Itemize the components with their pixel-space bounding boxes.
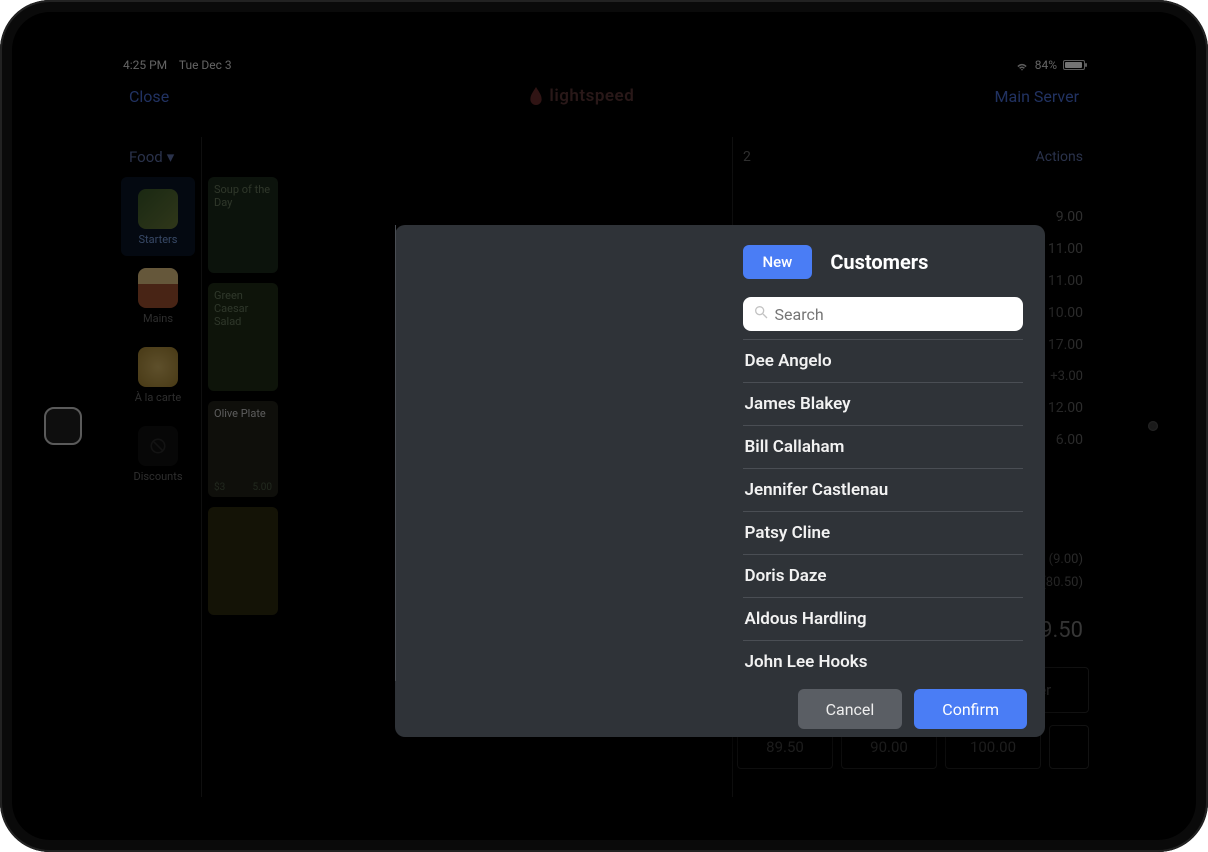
tile-name: Soup of the Day	[214, 183, 270, 209]
rail-item-discounts[interactable]: Discounts	[115, 414, 201, 493]
battery-percent: 84%	[1035, 58, 1057, 72]
rail-item-alacarte[interactable]: À la carte	[115, 335, 201, 414]
customer-item[interactable]: Dee Angelo	[743, 339, 1024, 383]
modal-divider	[395, 225, 396, 681]
menu-selector-label: Food	[129, 148, 163, 166]
actions-menu[interactable]: Actions	[1036, 149, 1083, 165]
wifi-icon	[1015, 60, 1029, 70]
chevron-down-icon: ▾	[167, 148, 175, 166]
customer-item[interactable]: Jennifer Castlenau	[743, 469, 1024, 512]
close-button[interactable]: Close	[129, 87, 169, 106]
home-button[interactable]	[44, 407, 82, 445]
app-header: Close lightspeed Main Server	[115, 75, 1093, 117]
tablet-device-frame: 4:25 PM Tue Dec 3 84% Close lightspeed	[0, 0, 1208, 852]
rail-item-label: Discounts	[115, 470, 201, 483]
customer-list[interactable]: Dee Angelo James Blakey Bill Callaham Je…	[743, 339, 1024, 669]
product-tile[interactable]: Soup of the Day	[208, 177, 278, 273]
current-user[interactable]: Main Server	[995, 87, 1079, 106]
tile-name: Olive Plate	[214, 407, 266, 420]
modal-title: Customers	[830, 250, 928, 274]
rail-item-starters[interactable]: Starters	[121, 177, 195, 256]
brand-logo: lightspeed	[529, 86, 634, 106]
product-tile[interactable]: Green Caesar Salad	[208, 283, 278, 391]
table-number: 2	[743, 149, 751, 165]
menu-selector[interactable]: Food ▾	[115, 137, 201, 177]
screen: 4:25 PM Tue Dec 3 84% Close lightspeed	[115, 55, 1093, 797]
tile-name: Green Caesar Salad	[214, 289, 248, 328]
search-icon	[753, 304, 769, 324]
confirm-button[interactable]: Confirm	[914, 689, 1027, 729]
rail-item-mains[interactable]: Mains	[115, 256, 201, 335]
customer-item[interactable]: Aldous Hardling	[743, 598, 1024, 641]
status-left: 4:25 PM Tue Dec 3	[123, 58, 232, 72]
rail-item-label: Starters	[121, 233, 195, 246]
search-box[interactable]	[743, 297, 1024, 331]
rail-item-label: Mains	[115, 312, 201, 325]
product-tile[interactable]: Olive Plate $3 5.00	[208, 401, 278, 497]
customer-item[interactable]: Bill Callaham	[743, 426, 1024, 469]
modal-left-pane: New Customers Dee Angelo James Blakey Bi…	[721, 225, 1046, 681]
category-rail: Food ▾ Starters Mains À la carte	[115, 137, 201, 797]
customer-item[interactable]: John Lee Hooks	[743, 641, 1024, 669]
rail-thumb	[138, 268, 178, 308]
product-tile[interactable]	[208, 507, 278, 615]
status-bar: 4:25 PM Tue Dec 3 84%	[115, 55, 1093, 75]
order-header: 2 Actions	[743, 137, 1083, 177]
brand-name: lightspeed	[549, 86, 634, 106]
search-input[interactable]	[775, 305, 1014, 324]
rail-thumb	[138, 189, 178, 229]
status-right: 84%	[1015, 58, 1085, 72]
status-date: Tue Dec 3	[179, 58, 232, 72]
rail-item-label: À la carte	[115, 391, 201, 404]
cancel-button[interactable]: Cancel	[798, 689, 903, 729]
quick-amount-more[interactable]	[1049, 725, 1089, 769]
customer-item[interactable]: Patsy Cline	[743, 512, 1024, 555]
rail-thumb	[138, 347, 178, 387]
tile-price-left: $3	[214, 482, 225, 493]
new-customer-button[interactable]: New	[743, 245, 813, 279]
rail-thumb	[138, 426, 178, 466]
customer-item[interactable]: Doris Daze	[743, 555, 1024, 598]
battery-icon	[1063, 60, 1085, 70]
status-time: 4:25 PM	[123, 58, 167, 72]
front-camera	[1148, 421, 1158, 431]
modal-footer: Cancel Confirm	[395, 681, 1045, 737]
customers-modal: New Customers Dee Angelo James Blakey Bi…	[395, 225, 1045, 737]
customer-item[interactable]: James Blakey	[743, 383, 1024, 426]
tile-price-right: 5.00	[253, 482, 273, 493]
